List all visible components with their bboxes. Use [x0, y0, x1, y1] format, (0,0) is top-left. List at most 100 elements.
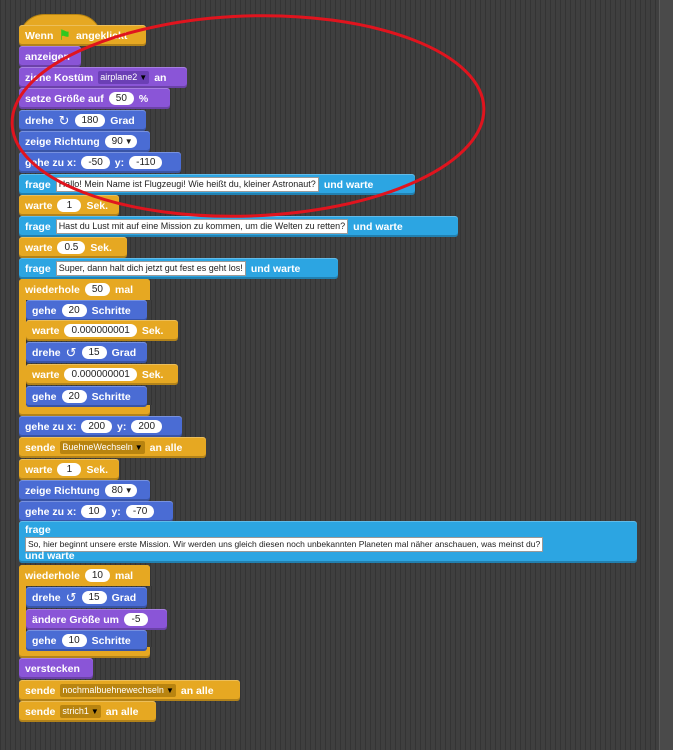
- ask1-input[interactable]: Hallo! Mein Name ist Flugzeugi! Wie heiß…: [55, 177, 319, 192]
- move-steps-block-1[interactable]: gehe 20 Schritte: [26, 300, 147, 321]
- repeat2-input[interactable]: 10: [84, 569, 110, 582]
- wait-block-5[interactable]: warte 1 Sek.: [19, 459, 119, 480]
- broadcast2-value: nochmalbuehnewechseln: [62, 685, 164, 695]
- broadcast1-label: sende: [25, 441, 56, 454]
- ask2-post: und warte: [353, 220, 403, 233]
- turn-left-block-2[interactable]: drehe ↺ 15 Grad: [26, 587, 147, 608]
- dir1-label: zeige Richtung: [25, 135, 100, 148]
- ask-and-wait-block-3[interactable]: frage Super, dann halt dich jetzt gut fe…: [19, 258, 338, 279]
- turn3-input[interactable]: 15: [81, 591, 107, 604]
- move1-post: Schritte: [91, 304, 131, 317]
- costume-dropdown[interactable]: airplane2 ▼: [98, 71, 150, 84]
- turn1-input[interactable]: 180: [74, 114, 106, 127]
- goto2-x-input[interactable]: 200: [81, 420, 113, 433]
- move-steps-block-3[interactable]: gehe 10 Schritte: [26, 630, 147, 651]
- go-to-xy-block-1[interactable]: gehe zu x: -50 y: -110: [19, 152, 181, 173]
- size-input[interactable]: 50: [108, 92, 134, 105]
- dir2-dropdown[interactable]: 80 ▼: [104, 484, 137, 497]
- wait-block-1[interactable]: warte 1 Sek.: [19, 195, 119, 216]
- wait3-input[interactable]: 0.000000001: [64, 324, 137, 337]
- repeat-2-header[interactable]: wiederhole 10 mal: [19, 565, 150, 586]
- turn-right-block[interactable]: drehe ↻ 180 Grad: [19, 110, 146, 131]
- goto1-x-input[interactable]: -50: [81, 156, 110, 169]
- move-steps-block-2[interactable]: gehe 20 Schritte: [26, 386, 147, 407]
- ask4-label: frage: [25, 524, 51, 536]
- rotate-counterclockwise-icon: ↺: [65, 589, 77, 605]
- switch-costume-block[interactable]: ziehe Kostüm airplane2 ▼ an: [19, 67, 187, 88]
- wait1-input[interactable]: 1: [57, 199, 82, 212]
- move1-label: gehe: [32, 304, 57, 317]
- move3-label: gehe: [32, 634, 57, 647]
- ask3-label: frage: [25, 262, 51, 275]
- go-to-xy-block-3[interactable]: gehe zu x: 10 y: -70: [19, 501, 173, 522]
- broadcast-block-2[interactable]: sende nochmalbuehnewechseln ▼ an alle: [19, 680, 240, 701]
- wait-block-2[interactable]: warte 0.5 Sek.: [19, 237, 127, 258]
- ask-and-wait-block-1[interactable]: frage Hallo! Mein Name ist Flugzeugi! Wi…: [19, 174, 415, 195]
- wait2-input[interactable]: 0.5: [57, 241, 86, 254]
- goto2-label: gehe zu x:: [25, 420, 77, 433]
- broadcast3-value: strich1: [62, 706, 89, 716]
- broadcast3-dropdown[interactable]: strich1 ▼: [60, 705, 101, 718]
- point-direction-block[interactable]: zeige Richtung 90 ▼: [19, 131, 150, 152]
- grow-input[interactable]: -5: [123, 613, 148, 626]
- point-direction-block-2[interactable]: zeige Richtung 80 ▼: [19, 480, 150, 501]
- goto1-y-label: y:: [114, 156, 125, 169]
- ask1-post: und warte: [323, 178, 374, 191]
- ask2-label: frage: [25, 220, 51, 233]
- turn-left-block-1[interactable]: drehe ↺ 15 Grad: [26, 342, 147, 363]
- wait4-input[interactable]: 0.000000001: [64, 368, 137, 381]
- move1-input[interactable]: 20: [61, 304, 87, 317]
- turn2-input[interactable]: 15: [81, 346, 107, 359]
- goto3-x-input[interactable]: 10: [81, 505, 107, 518]
- repeat-1-header[interactable]: wiederhole 50 mal: [19, 279, 150, 300]
- wait-block-4[interactable]: warte 0.000000001 Sek.: [26, 364, 178, 385]
- dir2-value: 80: [111, 485, 123, 496]
- move3-input[interactable]: 10: [61, 634, 87, 647]
- broadcast-block-1[interactable]: sende BuehneWechseln ▼ an alle: [19, 437, 206, 458]
- wait-block-3[interactable]: warte 0.000000001 Sek.: [26, 320, 178, 341]
- broadcast-block-3[interactable]: sende strich1 ▼ an alle: [19, 701, 156, 722]
- dir1-dropdown[interactable]: 90 ▼: [104, 135, 137, 148]
- costume-post: an: [154, 71, 167, 84]
- broadcast1-dropdown[interactable]: BuehneWechseln ▼: [60, 441, 145, 454]
- wait5-input[interactable]: 1: [57, 463, 82, 476]
- repeat2-label: wiederhole: [25, 569, 80, 582]
- show-block[interactable]: anzeigen: [19, 46, 81, 67]
- go-to-xy-block-2[interactable]: gehe zu x: 200 y: 200: [19, 416, 182, 437]
- repeat1-post: mal: [114, 283, 134, 296]
- ask2-input[interactable]: Hast du Lust mit auf eine Mission zu kom…: [55, 219, 349, 234]
- wait4-label: warte: [32, 368, 60, 381]
- size-label: setze Größe auf: [25, 92, 104, 105]
- turn3-label: drehe: [32, 591, 61, 604]
- rotate-counterclockwise-icon: ↺: [65, 344, 77, 360]
- ask3-input[interactable]: Super, dann halt dich jetzt gut fest es …: [55, 261, 246, 276]
- set-size-block[interactable]: setze Größe auf 50 %: [19, 88, 170, 109]
- goto2-y-input[interactable]: 200: [131, 420, 163, 433]
- wait1-post: Sek.: [86, 199, 109, 212]
- repeat1-input[interactable]: 50: [84, 283, 110, 296]
- broadcast1-value: BuehneWechseln: [62, 442, 133, 452]
- vertical-scrollbar[interactable]: [659, 0, 673, 750]
- grow-label: ändere Größe um: [32, 613, 119, 626]
- change-size-block[interactable]: ändere Größe um -5: [26, 609, 167, 630]
- wait2-label: warte: [25, 241, 53, 254]
- turn1-post: Grad: [110, 114, 135, 127]
- ask-and-wait-block-2[interactable]: frage Hast du Lust mit auf eine Mission …: [19, 216, 458, 237]
- hide-block[interactable]: verstecken: [19, 658, 93, 679]
- broadcast2-dropdown[interactable]: nochmalbuehnewechseln ▼: [60, 684, 176, 697]
- ask-and-wait-block-4[interactable]: frage So, hier beginnt unsere erste Miss…: [19, 521, 637, 563]
- broadcast2-label: sende: [25, 684, 56, 697]
- hide-label: verstecken: [25, 662, 80, 675]
- rotate-clockwise-icon: ↻: [58, 112, 70, 128]
- ask4-input[interactable]: So, hier beginnt unsere erste Mission. W…: [25, 537, 544, 552]
- goto1-y-input[interactable]: -110: [129, 156, 163, 169]
- move2-input[interactable]: 20: [61, 390, 87, 403]
- broadcast3-label: sende: [25, 705, 56, 718]
- wait5-post: Sek.: [86, 463, 109, 476]
- dropdown-arrow-icon: ▼: [90, 707, 99, 716]
- dir1-value: 90: [111, 136, 123, 147]
- dropdown-arrow-icon: ▼: [124, 486, 133, 495]
- goto3-y-input[interactable]: -70: [125, 505, 155, 518]
- when-flag-clicked-block[interactable]: Wenn ⚑ angeklickt: [19, 25, 146, 46]
- move3-post: Schritte: [91, 634, 131, 647]
